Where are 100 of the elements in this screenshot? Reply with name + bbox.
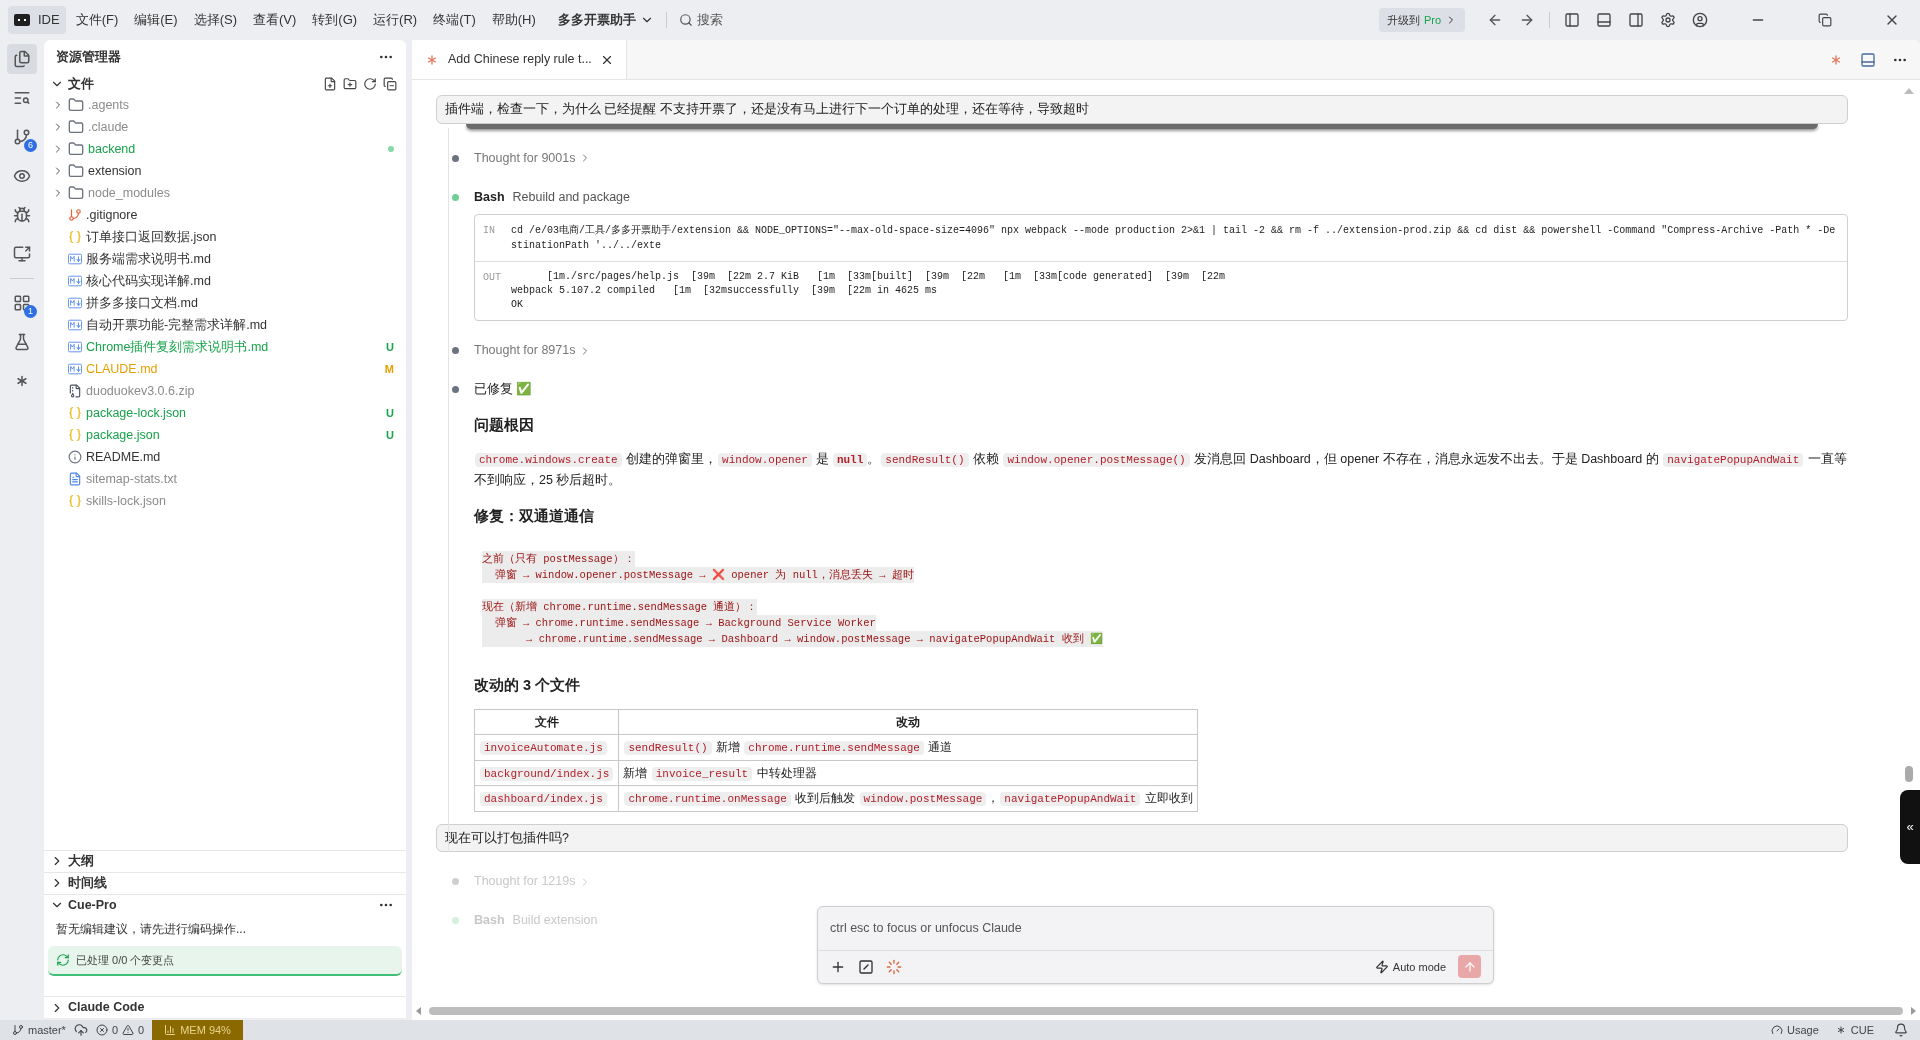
panel-title: 资源管理器	[56, 48, 121, 66]
branch-icon	[12, 1024, 24, 1036]
extensions-tab[interactable]: 1	[7, 288, 37, 318]
git-tab[interactable]: 6	[7, 122, 37, 152]
file-name: 订单接口返回数据.json	[86, 228, 218, 246]
file-name: extension	[88, 162, 143, 180]
bottom-panel-icon[interactable]	[1596, 12, 1612, 28]
menu-item[interactable]: 选择(S)	[187, 10, 243, 30]
git-status-letter: U	[386, 405, 394, 421]
file-tree-item[interactable]: 核心代码实现详解.md	[44, 270, 406, 292]
cloud-upload-icon[interactable]	[73, 1023, 88, 1037]
file-tree-item[interactable]: Chrome插件复刻需求说明书.md U	[44, 336, 406, 358]
thought-label[interactable]: Thought for 8971s	[474, 341, 576, 360]
file-tree-item[interactable]: duoduokev3.0.6.zip	[44, 380, 406, 402]
file-name: .agents	[88, 96, 130, 114]
file-tree-item[interactable]: .claude	[44, 116, 406, 138]
file-tree-item[interactable]: .agents	[44, 94, 406, 116]
files-tab[interactable]	[7, 44, 37, 74]
panel-section-title[interactable]: Claude Code	[68, 998, 400, 1017]
settings-icon[interactable]	[1660, 12, 1676, 28]
search-button[interactable]: 搜索	[670, 10, 731, 30]
prompt-input[interactable]: ctrl esc to focus or unfocus Claude	[818, 907, 1493, 951]
account-icon[interactable]	[1692, 12, 1708, 28]
thought-label[interactable]: Thought for 9001s	[474, 148, 576, 168]
app-badge[interactable]: IDE	[8, 6, 66, 34]
file-tree-item[interactable]: README.md	[44, 446, 406, 468]
collapse-icon[interactable]	[383, 77, 397, 91]
file-name: 服务端需求说明书.md	[86, 250, 212, 268]
right-panel-icon[interactable]	[1628, 12, 1644, 28]
status-text: 已修复 ✅	[474, 382, 533, 396]
mode-button[interactable]: Auto mode	[1374, 958, 1446, 975]
left-panel-icon[interactable]	[1564, 12, 1580, 28]
menu-item[interactable]: 运行(R)	[367, 10, 424, 30]
file-name: package-lock.json	[86, 404, 188, 422]
file-name: sitemap-stats.txt	[86, 470, 178, 488]
tool-name: Bash	[474, 188, 505, 206]
file-tree-item[interactable]: sitemap-stats.txt	[44, 468, 406, 490]
output-line: OK	[511, 298, 524, 313]
menu-item[interactable]: 编辑(E)	[128, 10, 184, 30]
git-status-letter: U	[386, 427, 394, 443]
table-cell: chrome.runtime.onMessage 收到后触发 window.postMessage ， navigatePopupAndWait 立即收到	[618, 785, 1198, 811]
folder-icon	[68, 119, 84, 135]
panel-section-title[interactable]: Cue-Pro	[68, 895, 378, 915]
user-message: 插件端，检查一下，为什么 已经提醒 不支持开票了，还是没有马上进行下一个订单的处理，还在等待，导致超时	[436, 95, 1848, 124]
bottom-panel-icon[interactable]	[1860, 51, 1876, 68]
file-name: .gitignore	[86, 206, 139, 224]
file-name: node_modules	[88, 184, 171, 202]
file-tree-item[interactable]: 服务端需求说明书.md	[44, 248, 406, 270]
menu-item[interactable]: 转到(G)	[306, 10, 364, 30]
upgrade-button[interactable]: 升级到 Pro	[1378, 7, 1465, 33]
output-line: webpack 5.107.2 compiled [1m [32msuccessfully [39m [22m in 4625 ms	[511, 284, 939, 299]
project-dropdown[interactable]: 多多开票助手	[549, 10, 662, 30]
file-tree-item[interactable]: extension	[44, 160, 406, 182]
panel-message: 暂无编辑建议，请先进行编码操作...	[55, 920, 247, 938]
file-tree-item[interactable]: node_modules	[44, 182, 406, 204]
file-tree-item[interactable]: .gitignore	[44, 204, 406, 226]
extensions-icon	[13, 294, 31, 312]
usage-status[interactable]: Usage	[1770, 1021, 1819, 1039]
app-label: IDE	[38, 11, 60, 30]
refresh-icon[interactable]	[363, 77, 377, 91]
table-cell: dashboard/index.js	[474, 785, 619, 811]
new-file-icon[interactable]	[323, 77, 337, 91]
slash-command-icon[interactable]	[858, 958, 874, 975]
file-tree-item[interactable]: 拼多多接口文档.md	[44, 292, 406, 314]
chart-icon	[164, 1024, 177, 1036]
menu-item[interactable]: 帮助(H)	[485, 10, 542, 30]
processed-changes-button[interactable]: 已处理 0/0 个变更点	[48, 945, 402, 976]
panel-section-title[interactable]: 时间线	[68, 873, 400, 893]
git-status-letter: U	[386, 339, 394, 355]
file-tree-item[interactable]: 订单接口返回数据.json	[44, 226, 406, 248]
file-name: duoduokev3.0.6.zip	[86, 382, 196, 400]
file-name: package.json	[86, 426, 161, 444]
back-arrow-icon[interactable]	[1487, 12, 1503, 28]
bug-icon	[13, 206, 31, 224]
flask-icon	[13, 333, 31, 351]
table-cell: sendResult() 新增 chrome.runtime.sendMessage 通道	[618, 734, 1198, 760]
menu-item[interactable]: 查看(V)	[246, 10, 303, 30]
markdown-icon	[68, 253, 82, 265]
lightning-icon	[1374, 959, 1389, 974]
menu-item[interactable]: 终端(T)	[427, 10, 482, 30]
horizontal-scrollbar[interactable]	[429, 1007, 1903, 1015]
problems-status[interactable]: 0 0	[95, 1021, 145, 1039]
editor-tab[interactable]: Add Chinese reply rule t...	[412, 40, 627, 79]
new-folder-icon[interactable]	[343, 77, 357, 91]
sidebar-toggle-button[interactable]: «	[1900, 790, 1920, 864]
restore-icon[interactable]	[1818, 13, 1832, 27]
markdown-icon	[68, 341, 82, 353]
count-badge: 1	[24, 305, 37, 318]
file-tree-item[interactable]: 自动开票功能-完整需求详解.md	[44, 314, 406, 336]
cue-status[interactable]: CUE	[1834, 1021, 1874, 1039]
scrollbar-thumb[interactable]	[1905, 766, 1913, 782]
memory-status[interactable]: MEM 94%	[152, 1020, 243, 1040]
forward-arrow-icon[interactable]	[1519, 12, 1535, 28]
menu-item[interactable]: 文件(F)	[69, 10, 125, 30]
table-cell: invoiceAutomate.js	[474, 734, 619, 760]
notification-icon[interactable]	[1894, 1023, 1908, 1037]
section-title[interactable]: 文件	[68, 74, 94, 94]
branch-status[interactable]: master*	[12, 1021, 66, 1039]
file-tree-item[interactable]: skills-lock.json	[44, 490, 406, 512]
panel-section-title[interactable]: 大纲	[68, 851, 400, 871]
